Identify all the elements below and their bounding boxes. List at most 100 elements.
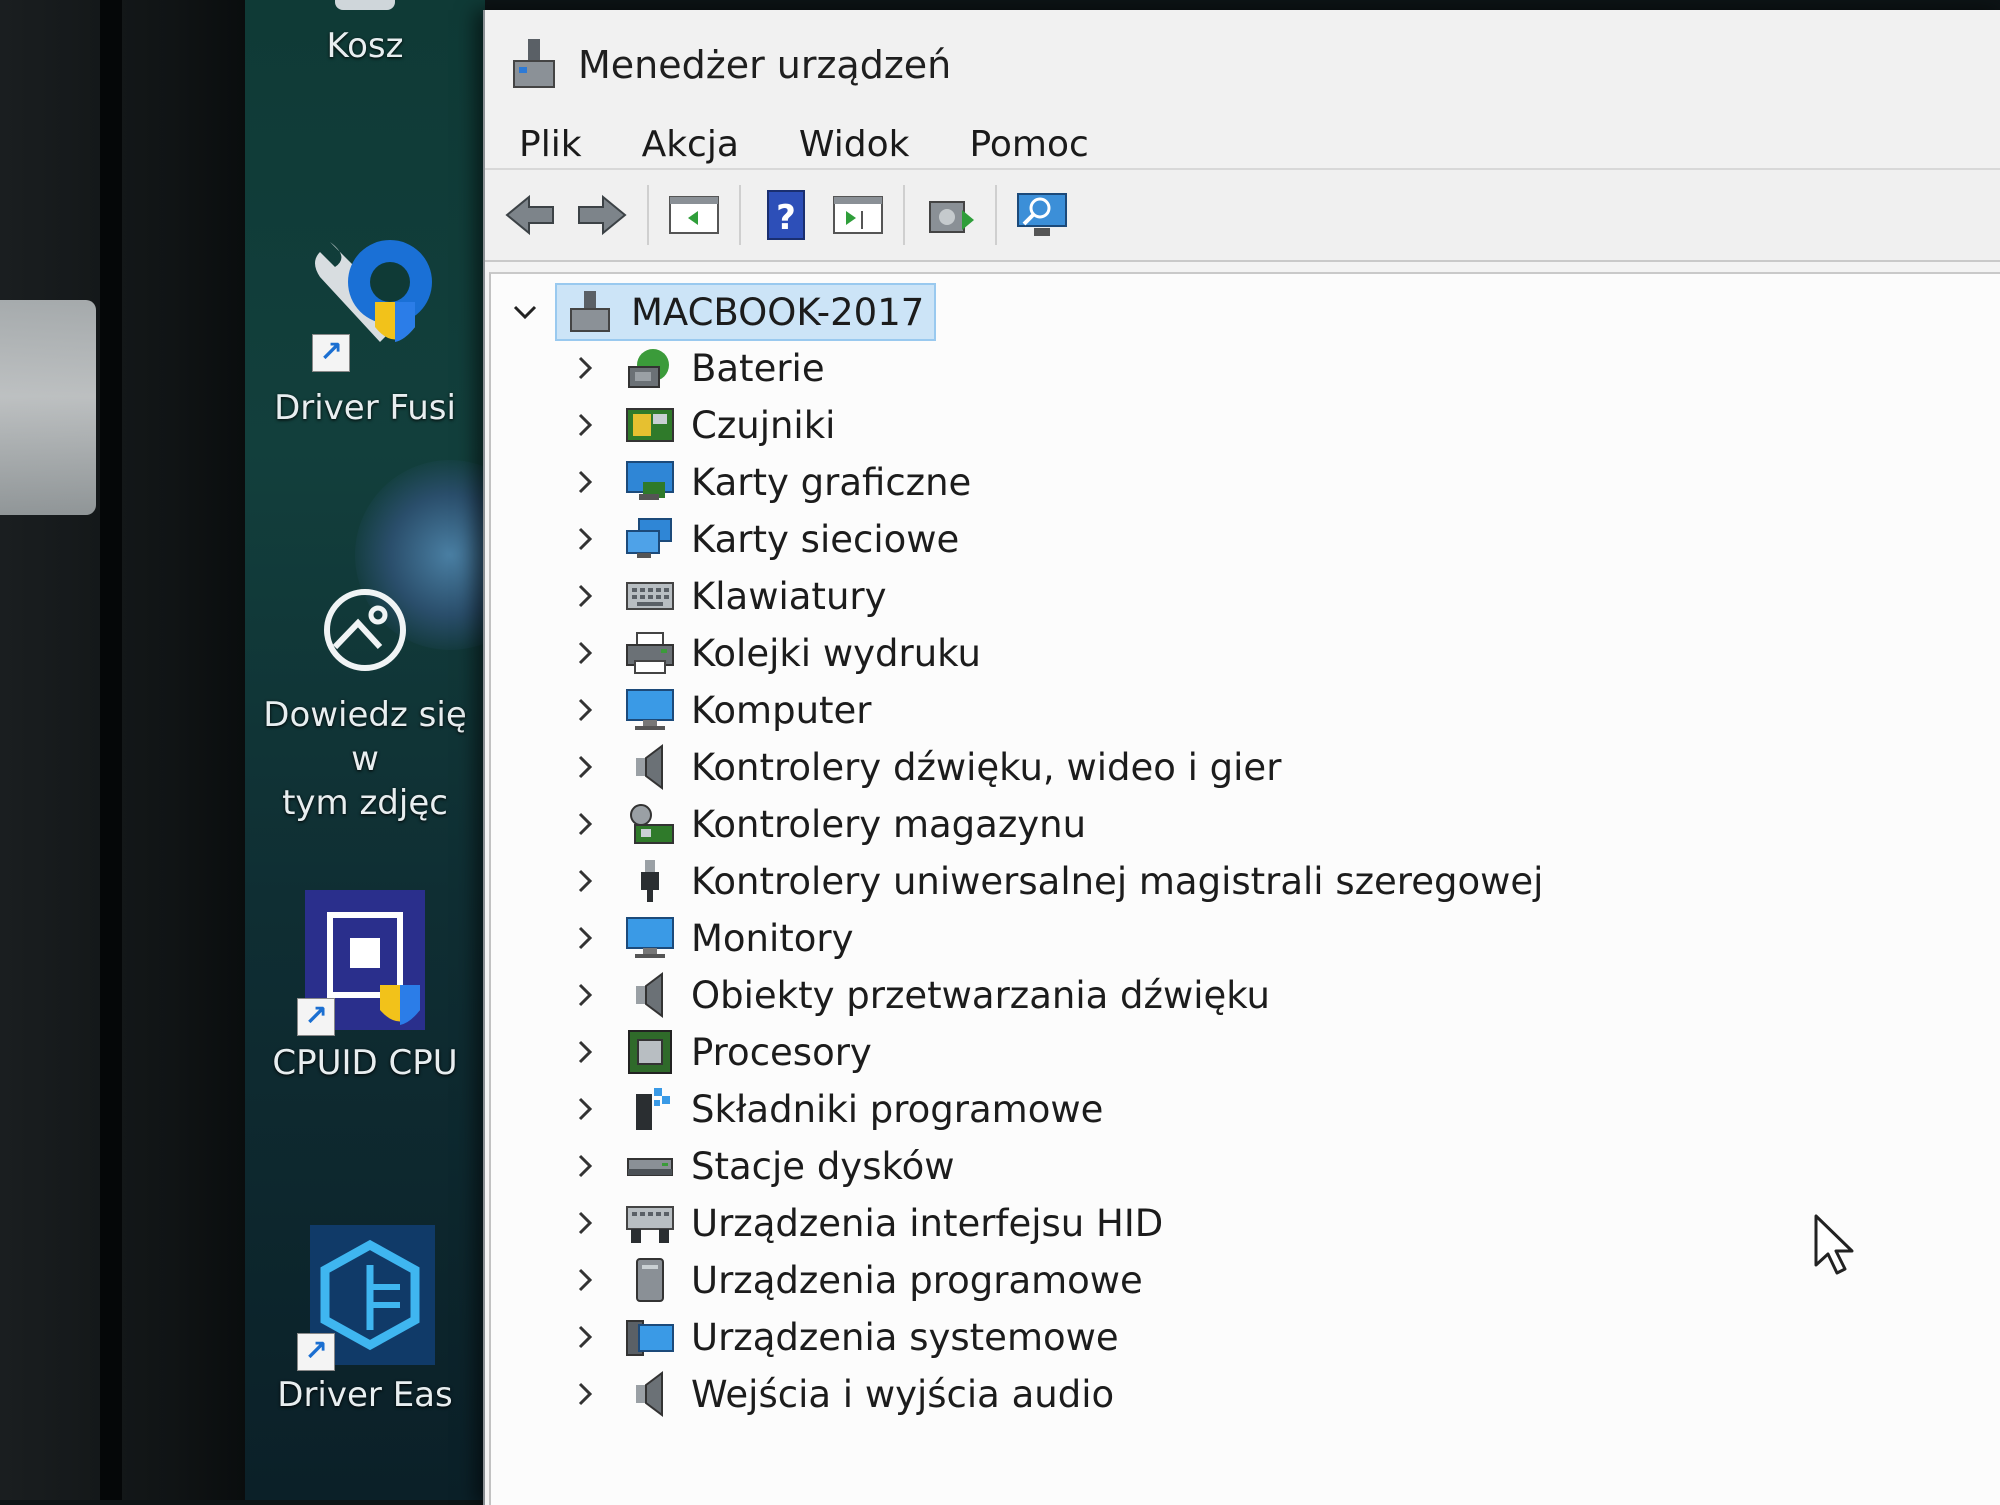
expand-chevron-icon[interactable] — [569, 747, 601, 787]
expand-chevron-icon[interactable] — [569, 519, 601, 559]
tree-item-baterie[interactable]: Baterie — [569, 342, 825, 394]
desktop-icon-recycle-bin[interactable]: Kosz — [245, 0, 485, 68]
tree-item-label: Komputer — [691, 688, 872, 732]
tree-item-klawiatury[interactable]: Klawiatury — [569, 570, 887, 622]
title-bar[interactable]: Menedżer urządzeń — [485, 10, 2000, 120]
help-icon: ? — [767, 190, 805, 240]
tree-item-label: Urządzenia systemowe — [691, 1315, 1119, 1359]
tree-item-label: Kontrolery magazynu — [691, 802, 1087, 846]
desktop-icon-cpuid[interactable]: ↗ CPUID CPU — [245, 890, 485, 1085]
menu-akcja[interactable]: Akcja — [638, 122, 743, 167]
expand-chevron-icon[interactable] — [569, 861, 601, 901]
toolbar-separator — [903, 185, 905, 245]
tree-item-komputer[interactable]: Komputer — [569, 684, 872, 736]
expand-chevron-icon[interactable] — [569, 1032, 601, 1072]
desktop-icon-driver-fusion[interactable]: ↗ Driver Fusi — [245, 222, 485, 430]
help-button[interactable]: ? — [755, 184, 817, 246]
shortcut-arrow-icon: ↗ — [297, 998, 335, 1036]
desktop-icon-label: Dowiedz się w tym zdjęc — [263, 695, 467, 823]
expand-chevron-icon[interactable] — [569, 1317, 601, 1357]
computer-icon — [625, 687, 675, 733]
toolbar-separator — [995, 185, 997, 245]
expand-chevron-icon[interactable] — [569, 975, 601, 1015]
expand-chevron-icon[interactable] — [569, 576, 601, 616]
tree-root-row[interactable]: MACBOOK-2017 — [509, 283, 937, 341]
tree-item-kontrolery-magazynu[interactable]: Kontrolery magazynu — [569, 798, 1086, 850]
display-adapter-icon — [625, 459, 675, 505]
expand-chevron-icon[interactable] — [569, 348, 601, 388]
show-hide-console-tree-icon — [669, 196, 719, 234]
expand-chevron-icon[interactable] — [569, 1374, 601, 1414]
keyboard-icon — [625, 573, 675, 619]
tree-item-label: Wejścia i wyjścia audio — [691, 1372, 1115, 1416]
update-driver-button[interactable] — [919, 184, 981, 246]
usb-icon — [625, 858, 675, 904]
expand-chevron-icon[interactable] — [569, 633, 601, 673]
tree-item-karty-sieciowe[interactable]: Karty sieciowe — [569, 513, 959, 565]
expand-chevron-icon[interactable] — [569, 1089, 601, 1129]
tree-item-label: Urządzenia programowe — [691, 1258, 1143, 1302]
tree-item-label: Kontrolery uniwersalnej magistrali szere… — [691, 859, 1544, 903]
desktop-icon-label: CPUID CPU — [272, 1043, 458, 1083]
scan-hardware-icon — [1017, 193, 1067, 236]
expand-chevron-icon[interactable] — [569, 918, 601, 958]
tree-item-urzadzenia-systemowe[interactable]: Urządzenia systemowe — [569, 1311, 1119, 1363]
computer-node-icon — [567, 289, 613, 335]
desktop-icon-label: Driver Fusi — [274, 388, 456, 428]
tree-item-label: Stacje dysków — [691, 1144, 955, 1188]
recycle-bin-icon — [320, 0, 410, 20]
tree-item-urzadzenia-hid[interactable]: Urządzenia interfejsu HID — [569, 1197, 1163, 1249]
tree-item-skladniki-programowe[interactable]: Składniki programowe — [569, 1083, 1103, 1135]
tree-item-stacje-dyskow[interactable]: Stacje dysków — [569, 1140, 954, 1192]
forward-button[interactable] — [571, 184, 633, 246]
tree-item-kolejki-wydruku[interactable]: Kolejki wydruku — [569, 627, 981, 679]
bezel-shadow — [100, 0, 122, 1500]
device-manager-icon — [510, 37, 558, 93]
expand-chevron-icon[interactable] — [569, 1203, 601, 1243]
expand-chevron-icon[interactable] — [569, 405, 601, 445]
tree-item-monitory[interactable]: Monitory — [569, 912, 854, 964]
tree-item-urzadzenia-programowe[interactable]: Urządzenia programowe — [569, 1254, 1143, 1306]
tree-item-czujniki[interactable]: Czujniki — [569, 399, 835, 451]
tree-item-label: Procesory — [691, 1030, 872, 1074]
tree-item-label: Obiekty przetwarzania dźwięku — [691, 973, 1270, 1017]
tree-item-obiekty-przetwarzania-dzwieku[interactable]: Obiekty przetwarzania dźwięku — [569, 969, 1270, 1021]
tree-item-wejscia-wyjscia-audio[interactable]: Wejścia i wyjścia audio — [569, 1368, 1114, 1420]
monitor-icon — [625, 915, 675, 961]
device-tree: MACBOOK-2017 Baterie Czujniki Karty graf… — [489, 272, 2000, 1505]
tree-item-kontrolery-dzwieku[interactable]: Kontrolery dźwięku, wideo i gier — [569, 741, 1281, 793]
network-adapter-icon — [625, 516, 675, 562]
back-button[interactable] — [499, 184, 561, 246]
tree-item-label: Monitory — [691, 916, 854, 960]
mouse-pointer-icon — [1813, 1213, 1857, 1281]
collapse-chevron-icon[interactable] — [509, 292, 541, 332]
expand-chevron-icon[interactable] — [569, 1146, 601, 1186]
tree-root-selected[interactable]: MACBOOK-2017 — [555, 283, 937, 341]
tree-item-label: Urządzenia interfejsu HID — [691, 1201, 1164, 1245]
printer-icon — [625, 630, 675, 676]
expand-chevron-icon[interactable] — [569, 690, 601, 730]
expand-chevron-icon[interactable] — [569, 1260, 601, 1300]
software-component-icon — [625, 1086, 675, 1132]
shortcut-arrow-icon: ↗ — [297, 1333, 335, 1371]
camera-lens-icon — [320, 585, 410, 675]
tree-item-procesory[interactable]: Procesory — [569, 1026, 872, 1078]
system-device-icon — [625, 1314, 675, 1360]
desktop: Kosz ↗ Driver Fusi Dowiedz się w tym zdj… — [245, 0, 485, 1500]
expand-chevron-icon[interactable] — [569, 462, 601, 502]
menu-pomoc[interactable]: Pomoc — [965, 122, 1092, 167]
desktop-icon-learn-about-picture[interactable]: Dowiedz się w tym zdjęc — [245, 585, 485, 825]
properties-pane-button[interactable] — [827, 184, 889, 246]
tree-item-kontrolery-usb[interactable]: Kontrolery uniwersalnej magistrali szere… — [569, 855, 1543, 907]
processor-icon — [625, 1029, 675, 1075]
expand-chevron-icon[interactable] — [569, 804, 601, 844]
show-hide-console-tree-button[interactable] — [663, 184, 725, 246]
menu-widok[interactable]: Widok — [795, 122, 914, 167]
tree-item-label: Kontrolery dźwięku, wideo i gier — [691, 745, 1282, 789]
desktop-icon-driver-easy[interactable]: ↗ Driver Eas — [245, 1225, 485, 1417]
menu-plik[interactable]: Plik — [515, 122, 586, 167]
toolbar-separator — [739, 185, 741, 245]
tree-item-karty-graficzne[interactable]: Karty graficzne — [569, 456, 971, 508]
cpuid-icon: ↗ — [295, 890, 435, 1036]
scan-hardware-button[interactable] — [1011, 184, 1073, 246]
